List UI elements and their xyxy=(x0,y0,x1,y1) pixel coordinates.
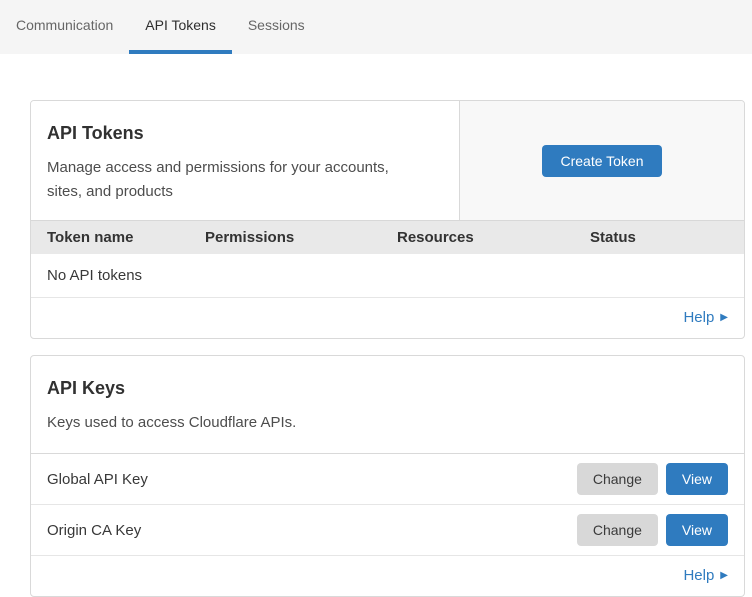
tokens-table-empty-row: No API tokens xyxy=(31,254,744,298)
tab-api-tokens-label: API Tokens xyxy=(145,17,216,33)
tokens-table-header-status: Status xyxy=(590,228,728,247)
tab-communication[interactable]: Communication xyxy=(0,0,129,54)
api-tokens-card-footer: Help ▶ xyxy=(31,298,744,338)
global-api-key-row: Global API Key Change View xyxy=(31,454,744,505)
origin-ca-key-actions: Change View xyxy=(577,514,728,546)
api-keys-card-header: API Keys Keys used to access Cloudflare … xyxy=(31,356,744,454)
origin-ca-key-row: Origin CA Key Change View xyxy=(31,505,744,556)
api-keys-card: API Keys Keys used to access Cloudflare … xyxy=(30,355,745,597)
global-api-key-view-button[interactable]: View xyxy=(666,463,728,495)
tab-bar: Communication API Tokens Sessions xyxy=(0,0,752,54)
api-keys-help-link[interactable]: Help ▶ xyxy=(683,567,728,584)
api-tokens-card-header: API Tokens Manage access and permissions… xyxy=(31,101,744,220)
help-arrow-icon: ▶ xyxy=(720,313,728,323)
api-keys-card-footer: Help ▶ xyxy=(31,556,744,596)
api-keys-title: API Keys xyxy=(47,378,728,399)
api-tokens-card-header-text: API Tokens Manage access and permissions… xyxy=(31,101,460,220)
origin-ca-key-change-button[interactable]: Change xyxy=(577,514,658,546)
create-token-button[interactable]: Create Token xyxy=(542,145,661,177)
tab-communication-label: Communication xyxy=(16,17,113,33)
api-tokens-title: API Tokens xyxy=(47,123,443,144)
api-tokens-card-action-panel: Create Token xyxy=(460,101,744,220)
api-tokens-help-label: Help xyxy=(683,309,714,326)
tab-api-tokens[interactable]: API Tokens xyxy=(129,0,232,54)
tokens-table-header-resources: Resources xyxy=(397,228,590,247)
tab-sessions[interactable]: Sessions xyxy=(232,0,321,54)
api-tokens-help-link[interactable]: Help ▶ xyxy=(683,309,728,326)
global-api-key-change-button[interactable]: Change xyxy=(577,463,658,495)
help-arrow-icon: ▶ xyxy=(720,571,728,581)
tokens-table-header-token-name: Token name xyxy=(47,228,205,247)
tokens-empty-message: No API tokens xyxy=(47,267,142,284)
origin-ca-key-view-button[interactable]: View xyxy=(666,514,728,546)
api-keys-help-label: Help xyxy=(683,567,714,584)
global-api-key-actions: Change View xyxy=(577,463,728,495)
api-tokens-description: Manage access and permissions for your a… xyxy=(47,156,409,204)
api-tokens-card: API Tokens Manage access and permissions… xyxy=(30,100,745,339)
origin-ca-key-label: Origin CA Key xyxy=(47,522,141,539)
api-keys-description: Keys used to access Cloudflare APIs. xyxy=(47,411,728,435)
tokens-table-header: Token name Permissions Resources Status xyxy=(31,220,744,254)
global-api-key-label: Global API Key xyxy=(47,471,148,488)
tab-sessions-label: Sessions xyxy=(248,17,305,33)
tokens-table-header-permissions: Permissions xyxy=(205,228,397,247)
